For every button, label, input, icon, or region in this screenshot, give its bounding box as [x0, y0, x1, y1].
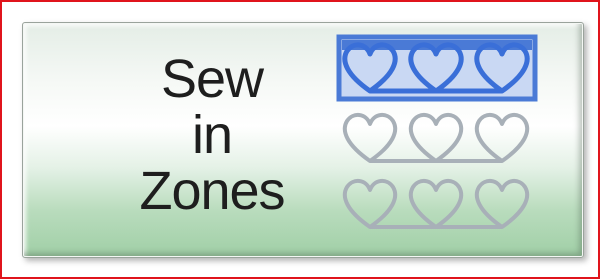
heart-icon	[474, 179, 530, 229]
heart-icon	[408, 179, 464, 229]
heart-icon	[342, 179, 398, 229]
heart-icon	[342, 113, 398, 163]
selection-frame: Sew in Zones	[0, 0, 600, 279]
label-line-3: Zones	[139, 161, 285, 221]
heart-zones-icon	[336, 34, 538, 229]
heart-row-2	[342, 113, 530, 163]
sew-in-zones-button[interactable]: Sew in Zones	[22, 22, 584, 258]
button-label: Sew in Zones	[97, 51, 327, 219]
label-line-1: Sew	[160, 49, 264, 109]
label-line-2: in	[191, 105, 233, 165]
heart-icon	[408, 113, 464, 163]
heart-icon	[474, 113, 530, 163]
heart-row-3	[342, 179, 530, 229]
